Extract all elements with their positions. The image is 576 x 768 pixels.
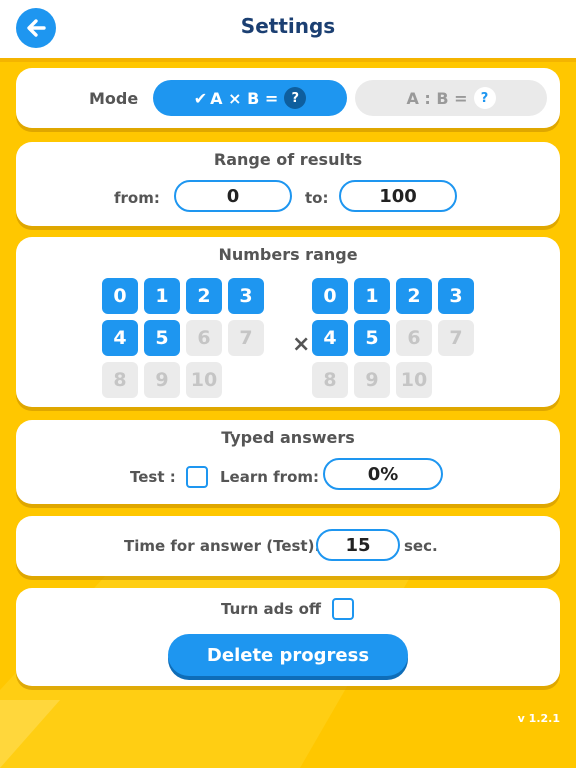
number-button[interactable]: 5 [354,320,390,356]
from-label: from: [114,189,160,207]
number-button[interactable]: 6 [396,320,432,356]
number-button[interactable]: 2 [186,278,222,314]
time-input[interactable]: 15 [316,529,400,561]
range-title: Range of results [213,150,363,169]
number-button[interactable]: 1 [144,278,180,314]
number-button[interactable]: 3 [228,278,264,314]
number-button[interactable]: 8 [312,362,348,398]
range-card: Range of results from: 0 to: 100 [16,142,560,226]
number-button[interactable]: 3 [438,278,474,314]
to-input[interactable]: 100 [339,180,457,212]
number-button[interactable]: 2 [396,278,432,314]
number-button[interactable]: 6 [186,320,222,356]
mode-divide-label: A : B = [406,88,468,108]
time-unit: sec. [404,537,438,555]
learn-from-input[interactable]: 0% [323,458,443,490]
check-icon: ✔ [193,88,208,108]
ads-card: Turn ads off Delete progress [16,588,560,686]
number-button[interactable]: 7 [228,320,264,356]
mode-card: Mode ✔ A × B = ? A : B = ? [16,68,560,128]
typed-answers-card: Typed answers Test : Learn from: 0% [16,420,560,504]
from-input[interactable]: 0 [174,180,292,212]
time-label: Time for answer (Test): [124,537,321,555]
number-button[interactable]: 8 [102,362,138,398]
number-button[interactable]: 4 [312,320,348,356]
number-button[interactable]: 1 [354,278,390,314]
test-label: Test : [130,468,176,486]
numbers-range-card: Numbers range 0 1 2 3 4 5 6 7 8 9 10 × 01234567891… [16,237,560,407]
question-badge: ? [473,87,496,109]
left-number-grid: 0 1 2 3 4 5 6 7 8 9 10 [102,278,264,398]
number-button[interactable]: 9 [144,362,180,398]
number-button[interactable]: 0 [312,278,348,314]
ads-checkbox[interactable] [332,598,354,620]
number-button[interactable]: 10 [396,362,432,398]
number-button[interactable]: 9 [354,362,390,398]
delete-progress-button[interactable]: Delete progress [168,634,408,676]
right-number-grid: 0 1 2 3 4 5 6 7 8 9 10 [312,278,474,398]
page-title: Settings [240,14,336,38]
typed-answers-title: Typed answers [221,428,355,447]
mode-label: Mode [89,89,139,108]
numbers-range-title: Numbers range [218,245,358,264]
number-button[interactable]: 10 [186,362,222,398]
number-button[interactable]: 5 [144,320,180,356]
header-bar: Settings [0,0,576,62]
question-badge: ? [284,87,307,109]
number-button[interactable]: 4 [102,320,138,356]
learn-from-label: Learn from: [220,468,320,486]
mode-multiply-button[interactable]: ✔ A × B = ? [153,80,347,116]
mode-divide-button[interactable]: A : B = ? [355,80,547,116]
test-checkbox[interactable] [186,466,208,488]
mode-multiply-label: A × B = [210,88,279,108]
to-label: to: [305,189,329,207]
number-button[interactable]: 7 [438,320,474,356]
ads-label: Turn ads off [221,600,322,618]
version-label: v 1.2.1 [517,712,560,725]
multiply-operator: × [292,332,311,357]
number-button[interactable]: 0 [102,278,138,314]
time-card: Time for answer (Test): 15 sec. [16,516,560,576]
